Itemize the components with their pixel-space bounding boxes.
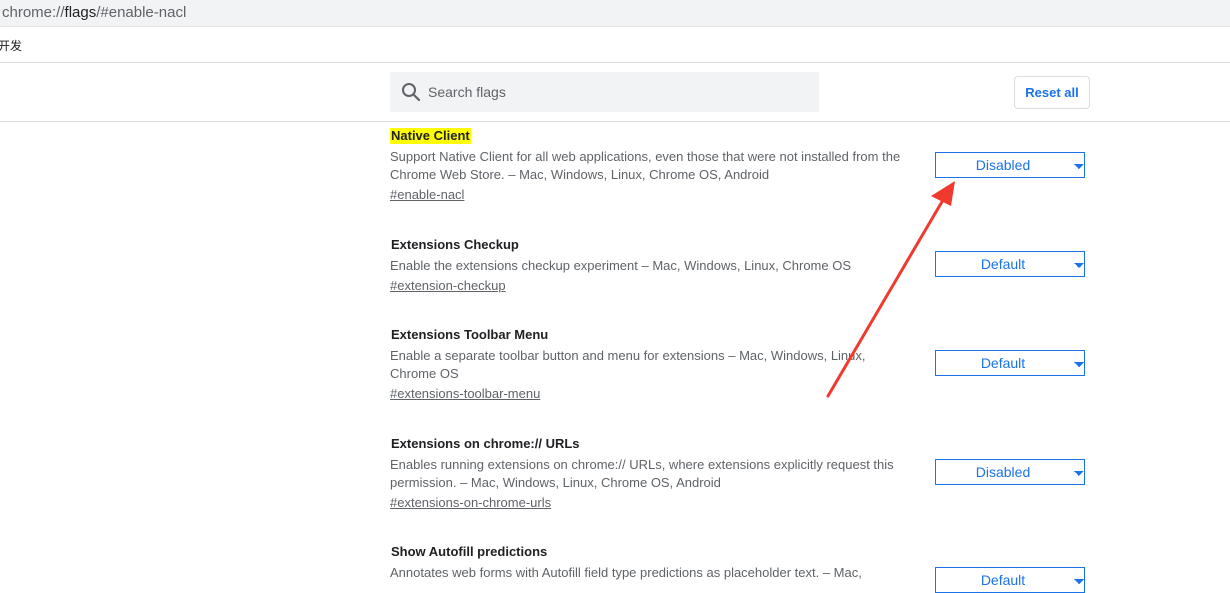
flag-state-select[interactable]: Disabled <box>935 152 1085 178</box>
flag-native-client: Native Client Support Native Client for … <box>390 127 1090 204</box>
bookmark-folder-dev[interactable]: 开发 <box>0 37 22 54</box>
flag-permalink[interactable]: #extensions-on-chrome-urls <box>390 494 551 512</box>
flag-description: Enables running extensions on chrome:// … <box>390 457 894 490</box>
search-box[interactable] <box>390 72 819 112</box>
reset-all-button[interactable]: Reset all <box>1014 76 1090 109</box>
flag-title: Native Client <box>390 128 471 144</box>
flag-state-select[interactable]: Default <box>935 350 1085 376</box>
flag-show-autofill-predictions: Show Autofill predictions Annotates web … <box>390 543 1090 593</box>
flag-title: Extensions on chrome:// URLs <box>391 436 580 451</box>
flag-extensions-checkup: Extensions Checkup Enable the extensions… <box>390 236 1090 295</box>
flags-header: Reset all <box>0 64 1230 122</box>
flag-permalink[interactable]: #enable-nacl <box>390 186 464 204</box>
flag-extensions-toolbar-menu: Extensions Toolbar Menu Enable a separat… <box>390 326 1090 403</box>
address-bar-url[interactable]: chrome://flags/#enable-nacl <box>2 4 186 21</box>
url-host: flags <box>64 4 97 21</box>
address-bar[interactable]: chrome://flags/#enable-nacl <box>0 0 1230 27</box>
flag-state-select[interactable]: Default <box>935 567 1085 593</box>
flag-description: Support Native Client for all web applic… <box>390 149 901 182</box>
flag-extensions-on-chrome-urls: Extensions on chrome:// URLs Enables run… <box>390 435 1090 512</box>
flag-state-select[interactable]: Default <box>935 251 1085 277</box>
flag-permalink[interactable]: #extension-checkup <box>390 277 506 295</box>
flag-title: Extensions Toolbar Menu <box>391 327 549 342</box>
flag-description: Enable a separate toolbar button and men… <box>390 348 866 381</box>
search-input[interactable] <box>426 81 806 103</box>
flag-description: Annotates web forms with Autofill field … <box>390 565 862 580</box>
flag-title: Extensions Checkup <box>391 237 519 252</box>
flag-description: Enable the extensions checkup experiment… <box>390 258 852 273</box>
url-path: /#enable-nacl <box>96 4 187 21</box>
url-scheme: chrome:// <box>2 4 65 21</box>
search-icon <box>402 83 421 102</box>
flag-permalink[interactable]: #extensions-toolbar-menu <box>390 385 540 403</box>
bookmarks-bar: 开发 <box>0 27 1230 63</box>
flag-title: Show Autofill predictions <box>391 544 548 559</box>
flag-state-select[interactable]: Disabled <box>935 459 1085 485</box>
